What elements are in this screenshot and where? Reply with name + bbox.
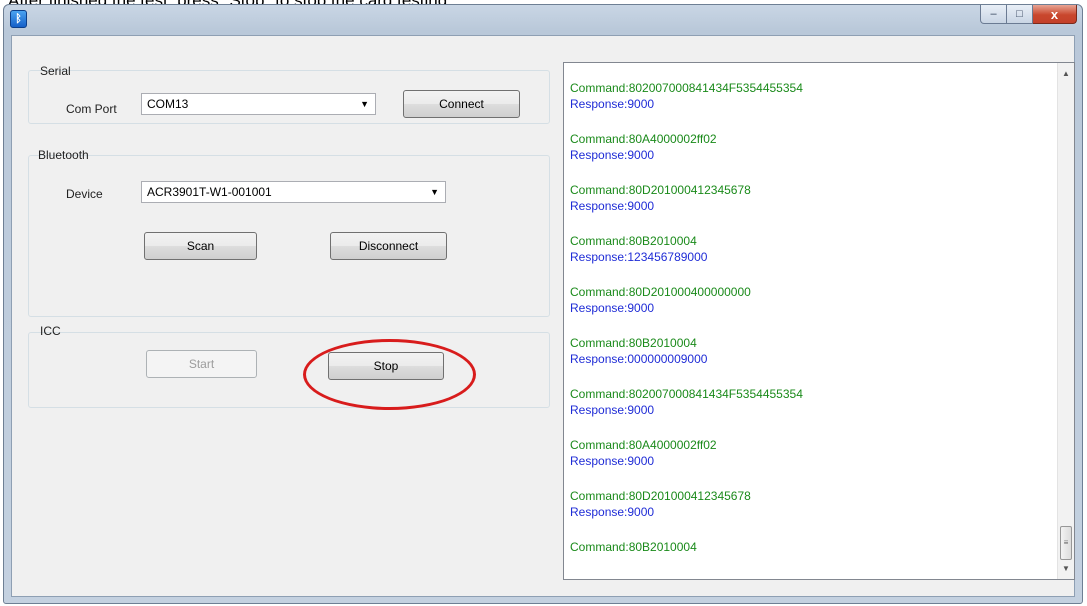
app-window: ᛒ – □ x Serial Com Port COM13 ▼ Connect …: [3, 4, 1083, 604]
log-entries: Command:802007000841434F5354455354 Respon…: [570, 80, 803, 574]
log-command-line: Command:80B2010004: [570, 540, 697, 554]
log-entry: Command:80B2010004: [570, 539, 803, 555]
log-entry: Command:802007000841434F5354455354 Respon…: [570, 386, 803, 418]
close-button[interactable]: x: [1033, 5, 1077, 24]
scroll-down-icon[interactable]: ▼: [1058, 560, 1074, 577]
log-entry: Command:802007000841434F5354455354 Respon…: [570, 80, 803, 112]
serial-group-label: Serial: [40, 64, 71, 78]
device-label: Device: [66, 187, 103, 201]
log-entry: Command:80B2010004 Response:000000009000: [570, 335, 803, 367]
com-port-select[interactable]: COM13 ▼: [141, 93, 376, 115]
chevron-down-icon: ▼: [430, 187, 439, 197]
log-response-line: Response:123456789000: [570, 250, 708, 264]
icc-group-label: ICC: [40, 324, 61, 338]
disconnect-button[interactable]: Disconnect: [330, 232, 447, 260]
log-command-line: Command:802007000841434F5354455354: [570, 387, 803, 401]
log-command-line: Command:80B2010004: [570, 336, 697, 350]
log-response-line: Response:000000009000: [570, 352, 708, 366]
log-response-line: Response:9000: [570, 97, 655, 111]
device-value: ACR3901T-W1-001001: [147, 185, 272, 199]
log-response-line: Response:9000: [570, 199, 655, 213]
bluetooth-icon: ᛒ: [10, 10, 27, 28]
scan-button[interactable]: Scan: [144, 232, 257, 260]
title-bar[interactable]: ᛒ – □ x: [4, 5, 1082, 35]
start-button[interactable]: Start: [146, 350, 257, 378]
log-command-line: Command:80D201000412345678: [570, 489, 751, 503]
log-entry: Command:80B2010004 Response:123456789000: [570, 233, 803, 265]
log-command-line: Command:80A4000002ff02: [570, 438, 717, 452]
log-entry: Command:80D201000412345678 Response:9000: [570, 488, 803, 520]
log-response-line: Response:9000: [570, 148, 655, 162]
log-scrollbar[interactable]: ▲ ≡ ▼: [1057, 63, 1074, 579]
log-response-line: Response:9000: [570, 454, 655, 468]
log-response-line: Response:9000: [570, 505, 655, 519]
chevron-down-icon: ▼: [360, 99, 369, 109]
log-entry: Command:80A4000002ff02 Response:9000: [570, 437, 803, 469]
log-entry: Command:80D201000400000000 Response:9000: [570, 284, 803, 316]
maximize-button[interactable]: □: [1007, 5, 1033, 24]
com-port-value: COM13: [147, 97, 189, 111]
log-entry: Command:80A4000002ff02 Response:9000: [570, 131, 803, 163]
device-select[interactable]: ACR3901T-W1-001001 ▼: [141, 181, 446, 203]
log-command-line: Command:802007000841434F5354455354: [570, 81, 803, 95]
log-command-line: Command:80A4000002ff02: [570, 132, 717, 146]
connect-button[interactable]: Connect: [403, 90, 520, 118]
log-response-line: Response:9000: [570, 301, 655, 315]
bluetooth-group: [28, 155, 550, 317]
bluetooth-group-label: Bluetooth: [38, 148, 89, 162]
stop-highlight-circle: [303, 339, 476, 410]
log-command-line: Command:80D201000400000000: [570, 285, 751, 299]
log-entry: Command:80D201000412345678 Response:9000: [570, 182, 803, 214]
log-command-line: Command:80B2010004: [570, 234, 697, 248]
apdu-log[interactable]: Command:802007000841434F5354455354 Respon…: [563, 62, 1075, 580]
log-command-line: Command:80D201000412345678: [570, 183, 751, 197]
scroll-thumb[interactable]: ≡: [1060, 526, 1072, 560]
log-response-line: Response:9000: [570, 403, 655, 417]
minimize-button[interactable]: –: [980, 5, 1007, 24]
window-controls: – □ x: [980, 5, 1077, 25]
scroll-up-icon[interactable]: ▲: [1058, 65, 1074, 82]
client-area: Serial Com Port COM13 ▼ Connect Bluetoot…: [11, 35, 1075, 597]
com-port-label: Com Port: [66, 102, 117, 116]
